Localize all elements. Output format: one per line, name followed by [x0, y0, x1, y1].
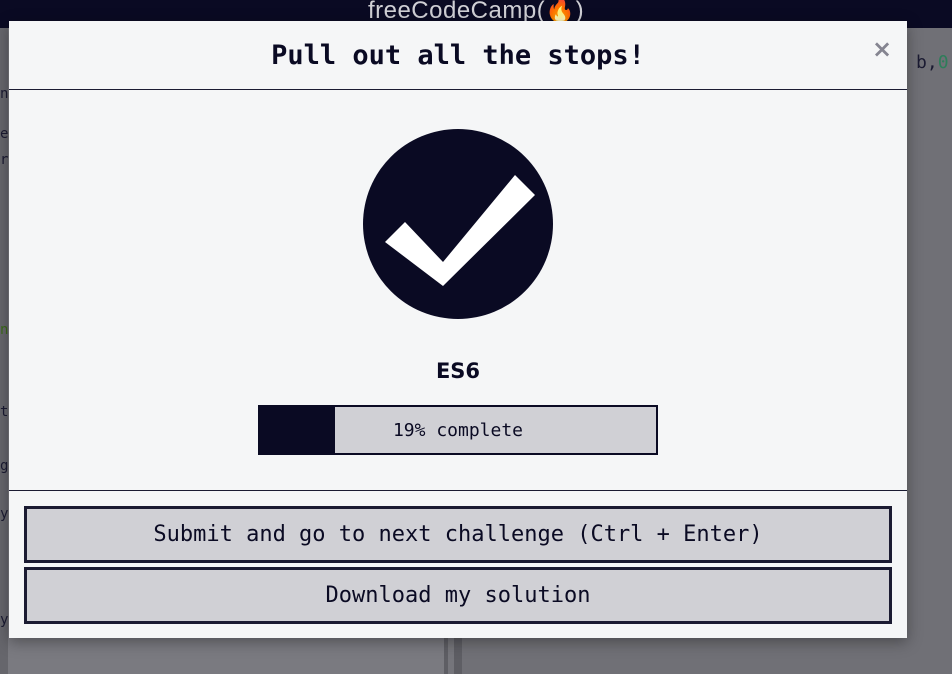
challenge-complete-modal: Pull out all the stops! × ES6 19% comple…	[9, 21, 907, 638]
progress-label: 19% complete	[392, 419, 524, 441]
instructions-text-fragment: e	[0, 126, 9, 142]
modal-header: Pull out all the stops! ×	[9, 21, 907, 90]
instructions-text-fragment: g	[0, 458, 9, 474]
modal-title: Pull out all the stops!	[271, 39, 645, 71]
instructions-text-fragment: r	[0, 152, 9, 168]
modal-body: ES6 19% complete	[9, 90, 907, 490]
progress-bar: 19% complete	[258, 405, 658, 455]
close-icon[interactable]: ×	[871, 35, 893, 63]
instructions-text-fragment: y	[0, 506, 9, 522]
instructions-scroll-edge	[0, 28, 8, 674]
instructions-text-fragment: y	[0, 612, 9, 628]
check-circle-icon	[362, 128, 554, 320]
instructions-text-fragment: t	[0, 404, 9, 420]
challenge-block-title: ES6	[435, 359, 481, 383]
code-editor-token: b,0	[916, 52, 949, 73]
modal-footer: Submit and go to next challenge (Ctrl + …	[9, 490, 907, 639]
download-solution-button[interactable]: Download my solution	[24, 567, 892, 624]
instructions-text-fragment: n	[0, 86, 9, 102]
instructions-text-fragment: n	[0, 322, 9, 338]
submit-next-challenge-button[interactable]: Submit and go to next challenge (Ctrl + …	[24, 506, 892, 563]
